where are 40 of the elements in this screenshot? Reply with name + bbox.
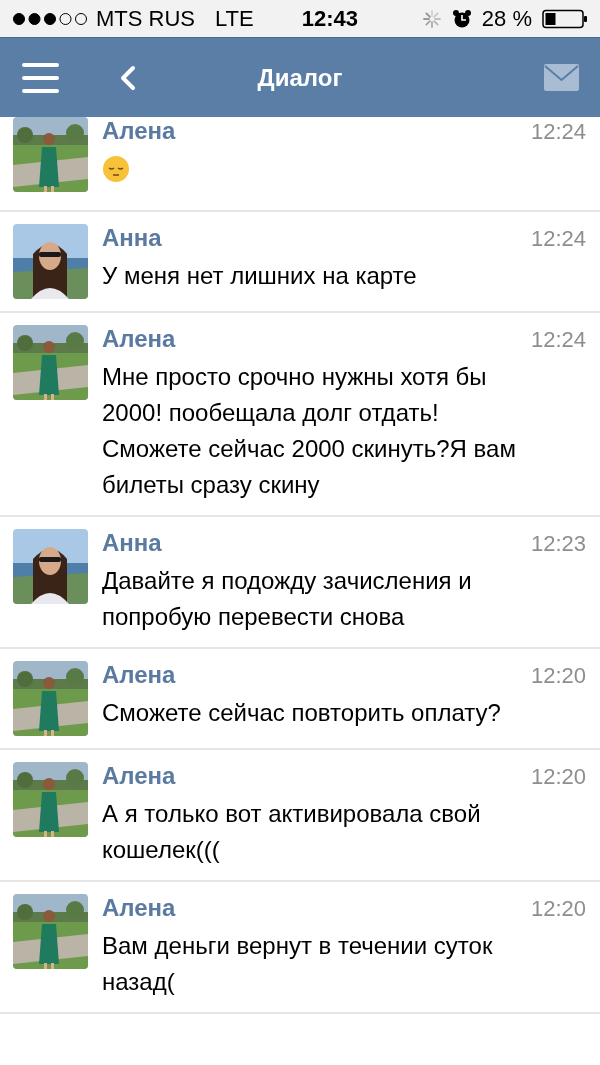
message-text: А я только вот активировала свой кошелек((( — [102, 799, 482, 865]
sender-name: Анна — [102, 529, 162, 557]
message-item[interactable]: Алена 12:20 Сможете сейчас повторить оплату? — [0, 649, 600, 750]
carrier-name: MTS RUS — [96, 5, 195, 32]
clock: 12:43 — [301, 5, 358, 32]
alarm-icon — [451, 8, 472, 29]
message-text: Мне просто срочно нужны хотя бы 2000! пообещала долг отдать! Сможете сейчас 2000 скинуть?Я вам билеты сразу скину — [102, 362, 517, 500]
message-text: Вам деньги вернут в течении суток назад( — [102, 931, 494, 997]
sad-face-icon — [102, 155, 130, 183]
message-time: 12:20 — [530, 663, 586, 689]
sender-name: Алена — [102, 117, 176, 145]
message-time: 12:20 — [530, 764, 586, 790]
sender-name: Алена — [102, 762, 176, 790]
sender-name: Алена — [102, 325, 176, 353]
battery-icon — [542, 8, 588, 29]
network-type: LTE — [215, 5, 254, 32]
message-item[interactable]: Анна 12:24 У меня нет лишних на карте — [0, 212, 600, 313]
sender-name: Алена — [102, 894, 176, 922]
message-time: 12:24 — [530, 226, 586, 252]
message-time: 12:24 — [530, 119, 586, 145]
message-item[interactable]: Алена 12:20 А я только вот активировала свой кошелек((( — [0, 750, 600, 882]
message-time: 12:23 — [530, 531, 586, 557]
signal-icon — [12, 11, 88, 26]
screen-title: Диалог — [257, 63, 343, 92]
back-icon[interactable] — [119, 64, 137, 91]
message-item[interactable]: Алена 12:24 Мне просто срочно нужны хотя бы 2000! пообещала долг отдать! Сможете сейчас 2000 скинуть?Я вам билеты сразу скину — [0, 313, 600, 517]
message-item[interactable]: Алена 12:24 — [0, 117, 600, 212]
sender-name: Анна — [102, 224, 162, 252]
message-item[interactable]: Анна 12:23 Давайте я подожду зачисления и попробую перевести снова — [0, 517, 600, 649]
sender-name: Алена — [102, 661, 176, 689]
message-time: 12:20 — [530, 896, 586, 922]
activity-icon — [421, 8, 442, 29]
message-text: Давайте я подожду зачисления и попробую перевести снова — [102, 566, 473, 632]
message-text: У меня нет лишних на карте — [102, 261, 418, 291]
battery-percent: 28 % — [481, 5, 532, 32]
message-text: Сможете сейчас повторить оплату? — [102, 698, 502, 728]
menu-icon[interactable] — [22, 62, 59, 93]
message-item[interactable]: Алена 12:20 Вам деньги вернут в течении суток назад( — [0, 882, 600, 1014]
envelope-icon[interactable] — [544, 64, 579, 91]
message-time: 12:24 — [530, 327, 586, 353]
